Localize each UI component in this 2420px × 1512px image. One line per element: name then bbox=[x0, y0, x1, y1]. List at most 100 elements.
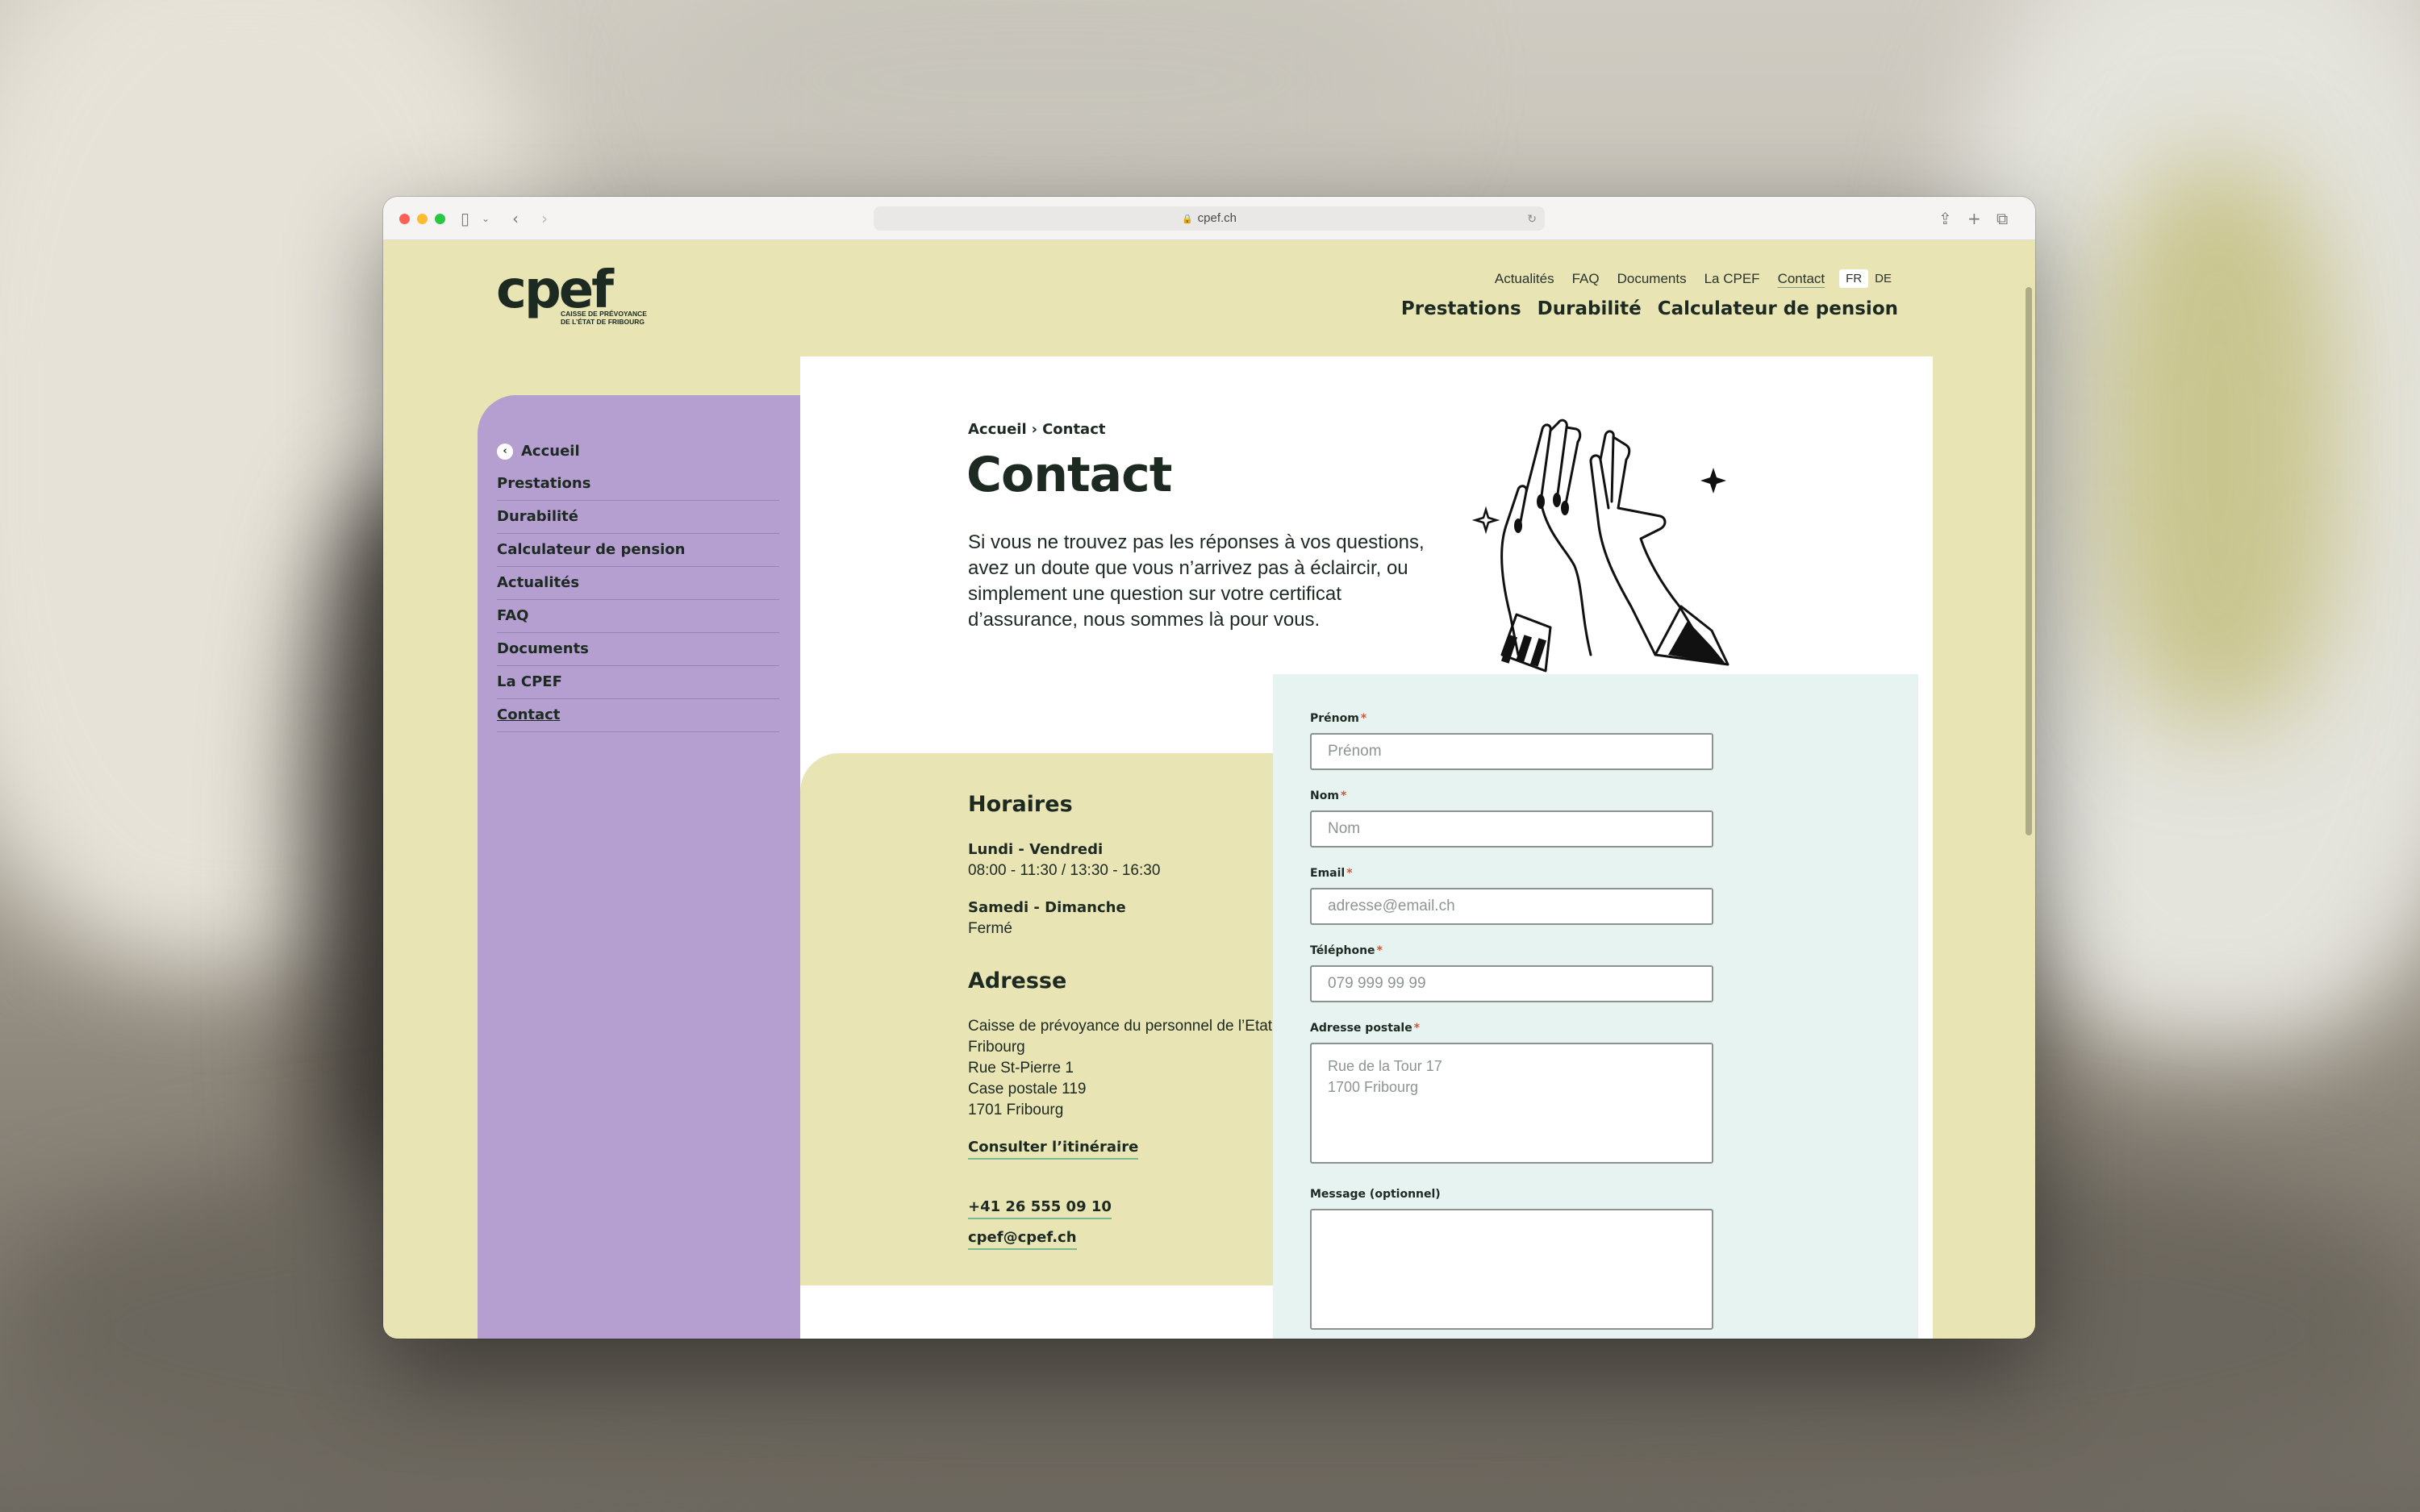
new-tab-icon[interactable]: + bbox=[1967, 208, 1981, 229]
lastname-input[interactable] bbox=[1310, 810, 1713, 848]
cpef-logo[interactable]: cpef CAISSE DE PRÉVOYANCE DE L’ÉTAT DE F… bbox=[496, 264, 657, 329]
required-mark: * bbox=[1360, 712, 1367, 725]
lastname-label: Nom * bbox=[1310, 789, 1346, 802]
secondary-nav: Actualités FAQ Documents La CPEF Contact… bbox=[1495, 269, 1898, 288]
firstname-label: Prénom * bbox=[1310, 712, 1366, 725]
address-line: Rue St-Pierre 1 bbox=[968, 1060, 1074, 1077]
contact-info: Horaires Lundi - Vendredi 08:00 - 11:30 … bbox=[968, 792, 1307, 1258]
phone-link[interactable]: +41 26 555 09 10 bbox=[968, 1197, 1112, 1219]
sidebar-item-calculateur[interactable]: Calculateur de pension bbox=[497, 534, 779, 567]
logo-subtitle-line: DE L’ÉTAT DE FRIBOURG bbox=[561, 318, 645, 326]
close-window-button[interactable] bbox=[399, 214, 410, 224]
message-textarea[interactable] bbox=[1310, 1209, 1713, 1330]
address-line: Case postale 119 bbox=[968, 1081, 1087, 1098]
primary-nav: Prestations Durabilité Calculateur de pe… bbox=[1401, 298, 1898, 319]
firstname-group: Prénom * bbox=[1310, 710, 1713, 770]
webpage: cpef CAISSE DE PRÉVOYANCE DE L’ÉTAT DE F… bbox=[383, 240, 2035, 1339]
page-scrollbar[interactable] bbox=[2026, 287, 2032, 835]
sidebar-item-documents[interactable]: Documents bbox=[497, 633, 779, 666]
mainnav-durabilite[interactable]: Durabilité bbox=[1538, 298, 1642, 319]
required-mark: * bbox=[1346, 867, 1353, 880]
phone-label: Téléphone * bbox=[1310, 944, 1383, 957]
chevron-down-icon[interactable]: ⌄ bbox=[482, 208, 490, 229]
mainnav-calculateur[interactable]: Calculateur de pension bbox=[1658, 298, 1898, 319]
sidebar-item-label: Accueil bbox=[521, 443, 580, 460]
weekday-hours: 08:00 - 11:30 / 13:30 - 16:30 bbox=[968, 862, 1161, 879]
postal-address-group: Adresse postale * bbox=[1310, 1019, 1713, 1164]
topnav-la-cpef[interactable]: La CPEF bbox=[1704, 271, 1760, 287]
email-group: Email * bbox=[1310, 864, 1713, 925]
topnav-documents[interactable]: Documents bbox=[1617, 271, 1687, 287]
label-text: Téléphone bbox=[1310, 944, 1375, 957]
sidebar-item-contact[interactable]: Contact bbox=[497, 699, 779, 732]
url-text: cpef.ch bbox=[1197, 211, 1237, 225]
breadcrumb-home[interactable]: Accueil bbox=[968, 421, 1027, 438]
firstname-input[interactable] bbox=[1310, 733, 1713, 770]
weekend-hours: Fermé bbox=[968, 920, 1012, 937]
postal-address-label: Adresse postale * bbox=[1310, 1022, 1420, 1035]
topnav-actualites[interactable]: Actualités bbox=[1495, 271, 1554, 287]
sidebar-toggle-icon[interactable]: ▯ bbox=[461, 208, 469, 229]
contact-form: Prénom* Nom* Email* Téléphone* Adresse p… bbox=[1273, 674, 1918, 1339]
topnav-contact[interactable]: Contact bbox=[1778, 271, 1825, 287]
sidebar: ‹ Accueil Prestations Durabilité Calcula… bbox=[478, 395, 800, 1339]
topnav-faq[interactable]: FAQ bbox=[1572, 271, 1600, 287]
phone-group: Téléphone * bbox=[1310, 942, 1713, 1002]
breadcrumb-current: Contact bbox=[1042, 421, 1106, 438]
message-group: Message (optionnel) bbox=[1310, 1185, 1713, 1330]
sidebar-item-la-cpef[interactable]: La CPEF bbox=[497, 666, 779, 699]
reload-icon[interactable]: ↻ bbox=[1527, 206, 1537, 231]
email-label: Email * bbox=[1310, 867, 1353, 880]
window-controls bbox=[399, 214, 445, 224]
sidebar-item-durabilite[interactable]: Durabilité bbox=[497, 501, 779, 534]
high-five-illustration bbox=[1471, 419, 1729, 673]
email-input[interactable] bbox=[1310, 888, 1713, 925]
sidebar-list: ‹ Accueil Prestations Durabilité Calcula… bbox=[497, 435, 779, 732]
share-icon[interactable]: ⇪ bbox=[1938, 208, 1952, 229]
lock-icon: 🔒 bbox=[1181, 215, 1193, 224]
address-bar[interactable]: 🔒 cpef.ch ↻ bbox=[874, 206, 1545, 231]
label-text: Email bbox=[1310, 867, 1346, 880]
lang-fr[interactable]: FR bbox=[1839, 269, 1869, 288]
minimize-window-button[interactable] bbox=[417, 214, 428, 224]
chevron-left-icon: ‹ bbox=[497, 444, 513, 460]
page-intro: Si vous ne trouvez pas les réponses à vo… bbox=[968, 531, 1425, 631]
address-line: 1701 Fribourg bbox=[968, 1102, 1064, 1118]
message-label: Message (optionnel) bbox=[1310, 1188, 1441, 1201]
logo-word: cpef bbox=[496, 260, 614, 320]
language-switcher: FR DE bbox=[1839, 269, 1898, 288]
label-text: Nom bbox=[1310, 789, 1339, 802]
postal-address-textarea[interactable] bbox=[1310, 1043, 1713, 1164]
required-mark: * bbox=[1340, 789, 1347, 802]
required-mark: * bbox=[1376, 944, 1383, 957]
browser-window: ▯ ⌄ ‹ › 🔒 cpef.ch ↻ ⇪ + ⧉ cpef CAISSE DE … bbox=[383, 197, 2035, 1339]
logo-subtitle: CAISSE DE PRÉVOYANCE DE L’ÉTAT DE FRIBOU… bbox=[561, 310, 657, 326]
tabs-overview-icon[interactable]: ⧉ bbox=[1996, 208, 2008, 229]
page-title: Contact bbox=[966, 447, 1172, 503]
sidebar-item-prestations[interactable]: Prestations bbox=[497, 468, 779, 501]
back-icon[interactable]: ‹ bbox=[512, 208, 519, 229]
hours-heading: Horaires bbox=[968, 792, 1073, 817]
mainnav-prestations[interactable]: Prestations bbox=[1401, 298, 1521, 319]
sidebar-item-actualites[interactable]: Actualités bbox=[497, 567, 779, 600]
weekday-label: Lundi - Vendredi bbox=[968, 841, 1104, 858]
lastname-group: Nom * bbox=[1310, 787, 1713, 848]
weekend-label: Samedi - Dimanche bbox=[968, 899, 1126, 916]
label-text: Adresse postale bbox=[1310, 1022, 1412, 1035]
sidebar-back-home[interactable]: ‹ Accueil bbox=[497, 435, 779, 468]
route-link[interactable]: Consulter l’itinéraire bbox=[968, 1137, 1139, 1160]
postal-address: Caisse de prévoyance du personnel de l’E… bbox=[968, 1016, 1307, 1121]
email-link[interactable]: cpef@cpef.ch bbox=[968, 1227, 1077, 1250]
browser-toolbar: ▯ ⌄ ‹ › 🔒 cpef.ch ↻ ⇪ + ⧉ bbox=[383, 197, 2035, 240]
required-mark: * bbox=[1413, 1022, 1421, 1035]
lang-de[interactable]: DE bbox=[1868, 269, 1898, 288]
address-heading: Adresse bbox=[968, 968, 1067, 993]
label-text: Prénom bbox=[1310, 712, 1359, 725]
breadcrumb: Accueil › Contact bbox=[968, 421, 1105, 438]
breadcrumb-separator: › bbox=[1031, 421, 1038, 438]
maximize-window-button[interactable] bbox=[435, 214, 445, 224]
sidebar-item-faq[interactable]: FAQ bbox=[497, 600, 779, 633]
phone-input[interactable] bbox=[1310, 965, 1713, 1002]
forward-icon[interactable]: › bbox=[541, 208, 548, 229]
